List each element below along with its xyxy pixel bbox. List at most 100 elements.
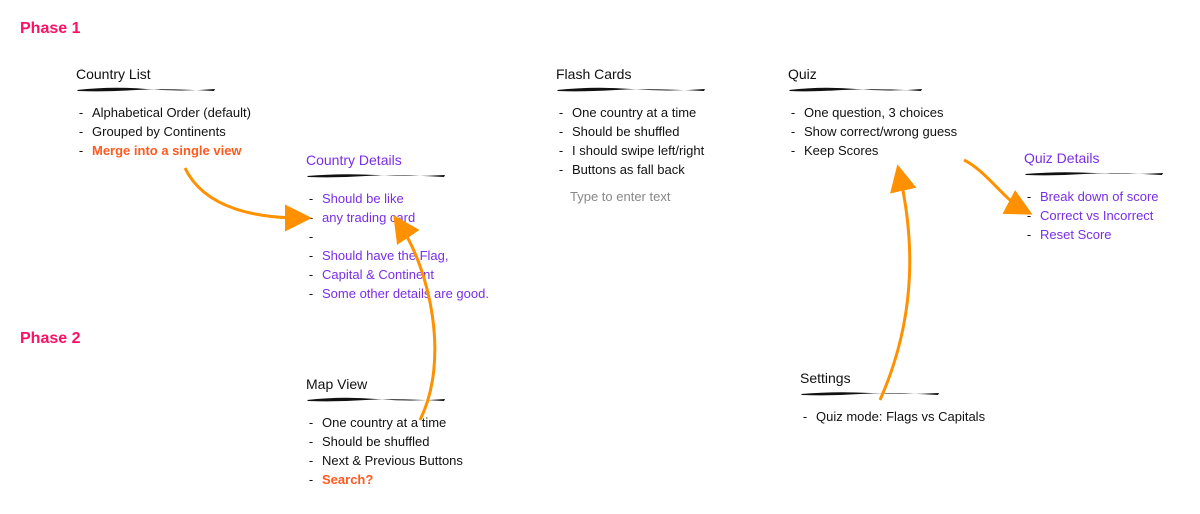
card-title: Settings <box>800 370 1020 386</box>
bullet-dash: - <box>76 122 86 141</box>
arrow-quiz-to-quizdetails <box>964 160 1022 209</box>
list-item-text: Search? <box>322 470 373 489</box>
list-item: -I should swipe left/right <box>556 141 746 160</box>
bullet-dash: - <box>306 413 316 432</box>
card-items: -Alphabetical Order (default)-Grouped by… <box>76 103 296 160</box>
phase-1-label: Phase 1 <box>20 20 80 38</box>
list-item-text: Correct vs Incorrect <box>1040 206 1153 225</box>
card-items: -Quiz mode: Flags vs Capitals <box>800 407 1020 426</box>
list-item: -One question, 3 choices <box>788 103 988 122</box>
card-quiz-details[interactable]: Quiz Details -Break down of score-Correc… <box>1024 150 1200 244</box>
scribble-underline <box>788 85 988 93</box>
card-flash-cards[interactable]: Flash Cards -One country at a time-Shoul… <box>556 66 746 204</box>
bullet-dash: - <box>306 246 316 265</box>
list-item-text: Should be shuffled <box>572 122 679 141</box>
placeholder-text[interactable]: Type to enter text <box>570 189 746 204</box>
card-map-view[interactable]: Map View -One country at a time-Should b… <box>306 376 506 489</box>
card-country-details[interactable]: Country Details -Should be like-any trad… <box>306 152 516 303</box>
bullet-dash: - <box>76 141 86 160</box>
bullet-dash: - <box>556 141 566 160</box>
list-item-text: Break down of score <box>1040 187 1159 206</box>
list-item-text: any trading card <box>322 208 415 227</box>
list-item-text: Quiz mode: Flags vs Capitals <box>816 407 985 426</box>
bullet-dash: - <box>1024 225 1034 244</box>
card-items: -One country at a time-Should be shuffle… <box>556 103 746 179</box>
list-item: -Grouped by Continents <box>76 122 296 141</box>
bullet-dash: - <box>306 189 316 208</box>
list-item-text: One country at a time <box>572 103 696 122</box>
card-items: -One question, 3 choices-Show correct/wr… <box>788 103 988 160</box>
list-item-text: One country at a time <box>322 413 446 432</box>
list-item-text: One question, 3 choices <box>804 103 943 122</box>
bullet-dash: - <box>556 160 566 179</box>
list-item-text: Grouped by Continents <box>92 122 226 141</box>
card-title: Country Details <box>306 152 516 168</box>
card-title: Quiz Details <box>1024 150 1200 166</box>
bullet-dash: - <box>306 284 316 303</box>
list-item: -Keep Scores <box>788 141 988 160</box>
bullet-dash: - <box>1024 206 1034 225</box>
list-item: -Quiz mode: Flags vs Capitals <box>800 407 1020 426</box>
list-item-text: Should be shuffled <box>322 432 429 451</box>
scribble-underline <box>556 85 746 93</box>
list-item: -Should be like <box>306 189 516 208</box>
list-item: - <box>306 227 516 246</box>
bullet-dash: - <box>800 407 810 426</box>
bullet-dash: - <box>76 103 86 122</box>
list-item-text: Show correct/wrong guess <box>804 122 957 141</box>
bullet-dash: - <box>788 141 798 160</box>
list-item: -Correct vs Incorrect <box>1024 206 1200 225</box>
list-item: -Reset Score <box>1024 225 1200 244</box>
card-title: Map View <box>306 376 506 392</box>
card-country-list[interactable]: Country List -Alphabetical Order (defaul… <box>76 66 296 160</box>
card-title: Flash Cards <box>556 66 746 82</box>
bullet-dash: - <box>306 432 316 451</box>
bullet-dash: - <box>788 122 798 141</box>
bullet-dash: - <box>1024 187 1034 206</box>
scribble-underline <box>306 171 516 179</box>
bullet-dash: - <box>306 451 316 470</box>
bullet-dash: - <box>306 470 316 489</box>
list-item-text: I should swipe left/right <box>572 141 704 160</box>
card-items: -One country at a time-Should be shuffle… <box>306 413 506 489</box>
list-item: -Show correct/wrong guess <box>788 122 988 141</box>
arrow-countrylist-to-details <box>185 168 300 218</box>
scribble-underline <box>76 85 296 93</box>
card-items: -Break down of score-Correct vs Incorrec… <box>1024 187 1200 244</box>
arrow-settings-to-quiz <box>880 176 910 400</box>
list-item: -Search? <box>306 470 506 489</box>
card-title: Quiz <box>788 66 988 82</box>
bullet-dash: - <box>306 227 316 246</box>
list-item: -Alphabetical Order (default) <box>76 103 296 122</box>
phase-2-label: Phase 2 <box>20 330 80 348</box>
list-item-text: Some other details are good. <box>322 284 489 303</box>
scribble-underline <box>306 395 506 403</box>
list-item-text: Alphabetical Order (default) <box>92 103 251 122</box>
list-item: -One country at a time <box>306 413 506 432</box>
list-item: -One country at a time <box>556 103 746 122</box>
list-item-text: Keep Scores <box>804 141 878 160</box>
bullet-dash: - <box>556 122 566 141</box>
bullet-dash: - <box>306 208 316 227</box>
list-item: -Break down of score <box>1024 187 1200 206</box>
list-item-text: Buttons as fall back <box>572 160 685 179</box>
list-item-text: Merge into a single view <box>92 141 242 160</box>
scribble-underline <box>1024 169 1200 177</box>
list-item: -Some other details are good. <box>306 284 516 303</box>
list-item-text: Capital & Continent <box>322 265 434 284</box>
scribble-underline <box>800 389 1020 397</box>
card-settings[interactable]: Settings -Quiz mode: Flags vs Capitals <box>800 370 1020 426</box>
list-item: -Should have the Flag, <box>306 246 516 265</box>
list-item: -Buttons as fall back <box>556 160 746 179</box>
list-item: -Merge into a single view <box>76 141 296 160</box>
list-item: -any trading card <box>306 208 516 227</box>
list-item: -Should be shuffled <box>556 122 746 141</box>
card-quiz[interactable]: Quiz -One question, 3 choices-Show corre… <box>788 66 988 160</box>
list-item-text: Should be like <box>322 189 404 208</box>
list-item-text: Next & Previous Buttons <box>322 451 463 470</box>
list-item-text: Should have the Flag, <box>322 246 448 265</box>
card-title: Country List <box>76 66 296 82</box>
bullet-dash: - <box>306 265 316 284</box>
bullet-dash: - <box>788 103 798 122</box>
list-item-text: Reset Score <box>1040 225 1112 244</box>
